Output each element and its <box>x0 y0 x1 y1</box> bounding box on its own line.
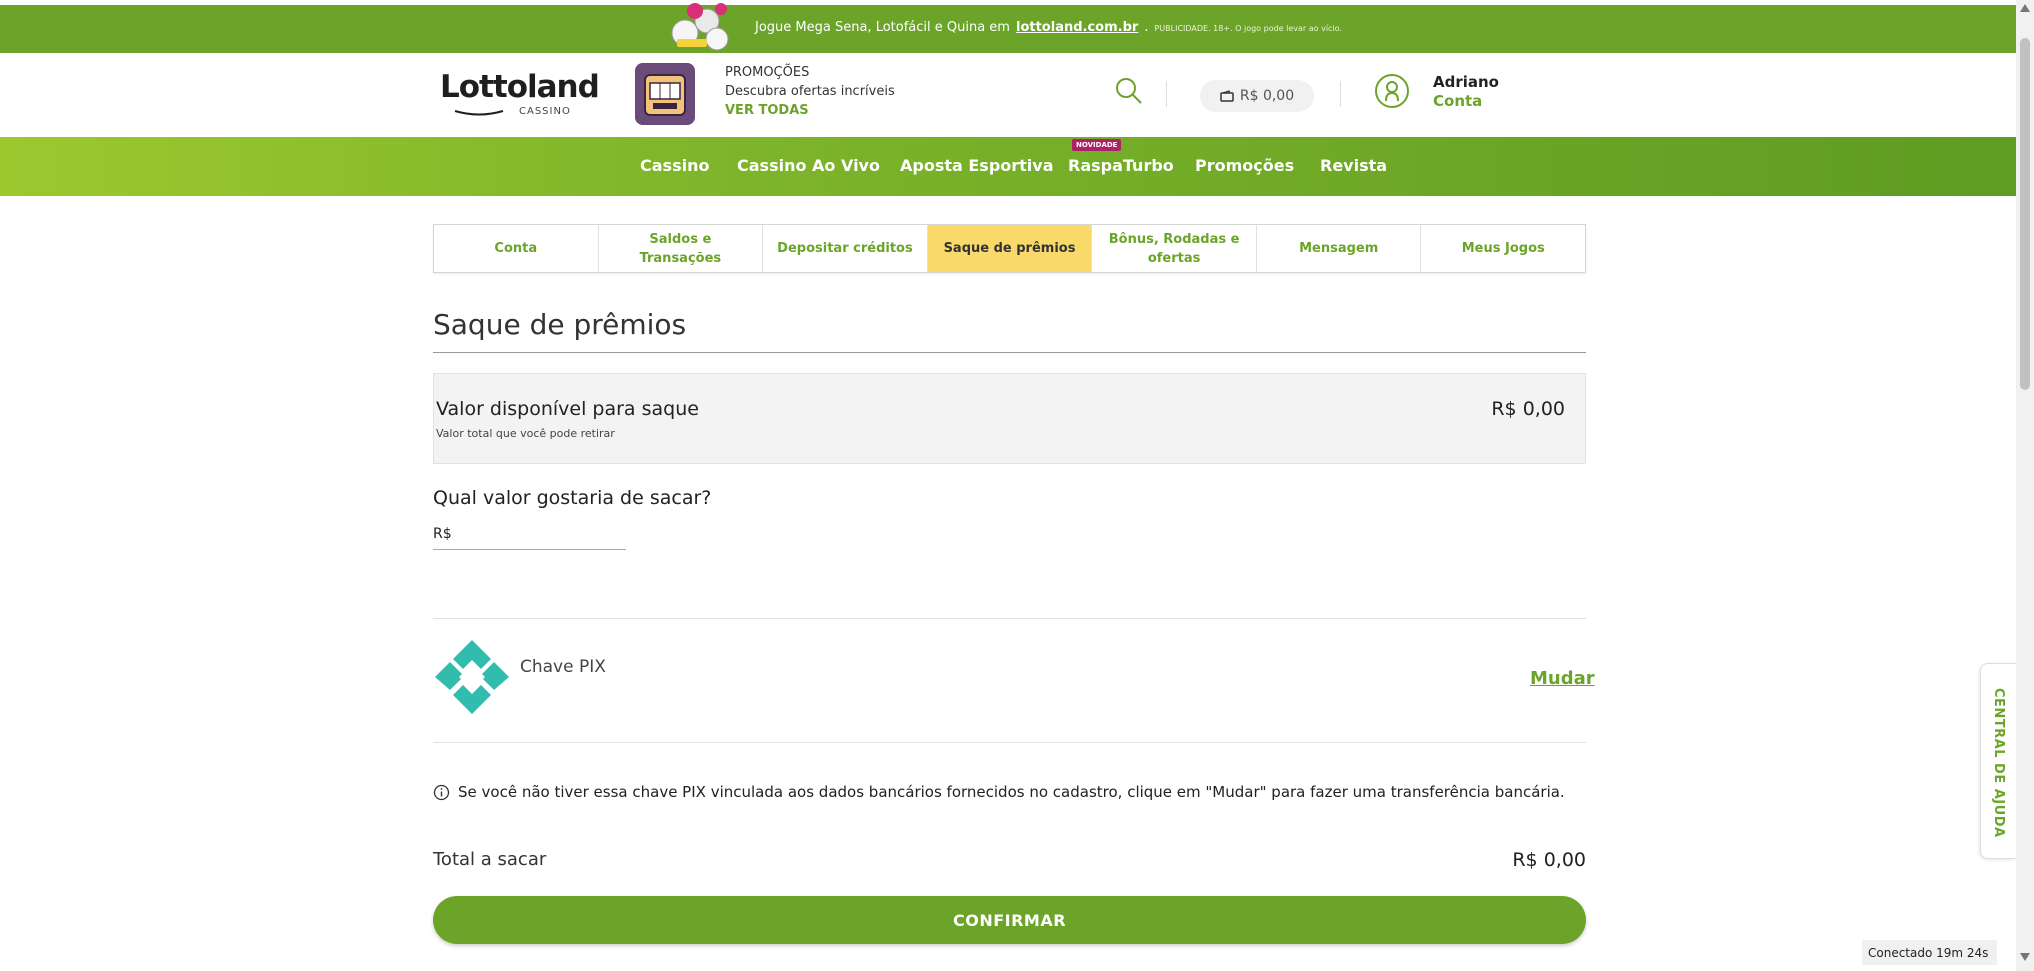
search-icon[interactable] <box>1114 76 1144 106</box>
user-account-link[interactable]: Conta <box>1433 92 1499 111</box>
tab-saldos-e-transacoes[interactable]: Saldos e Transações <box>599 225 764 272</box>
total-amount: R$ 0,00 <box>1512 849 1586 871</box>
promotions-title: PROMOÇÕES <box>725 65 810 80</box>
logo-subtitle: CASSINO <box>519 106 571 117</box>
help-center-tab[interactable]: CENTRAL DE AJUDA <box>1980 663 2016 859</box>
available-balance-card: Valor disponível para saque Valor total … <box>433 373 1586 464</box>
scroll-down-icon[interactable] <box>2020 953 2030 961</box>
logo-swoosh-icon <box>454 110 504 116</box>
nav-item-cassino-ao-vivo[interactable]: Cassino Ao Vivo <box>737 156 880 175</box>
account-tabs: Conta Saldos e Transações Depositar créd… <box>433 224 1586 273</box>
tab-depositar-creditos[interactable]: Depositar créditos <box>763 225 928 272</box>
tab-mensagem[interactable]: Mensagem <box>1257 225 1422 272</box>
nav-item-promocoes[interactable]: Promoções <box>1195 156 1294 175</box>
promo-text: Jogue Mega Sena, Lotofácil e Quina em lo… <box>755 20 1342 35</box>
user-circle-icon[interactable] <box>1374 73 1410 109</box>
section-divider <box>433 618 1586 619</box>
pix-logo-icon <box>435 640 509 714</box>
available-label-text: Valor disponível para saque <box>436 398 699 420</box>
page-scrollbar[interactable] <box>2016 0 2034 971</box>
promo-period: . <box>1144 20 1149 35</box>
tab-conta[interactable]: Conta <box>434 225 599 272</box>
scroll-up-icon[interactable] <box>2020 4 2030 12</box>
tab-meus-jogos[interactable]: Meus Jogos <box>1421 225 1585 272</box>
nav-item-aposta-esportiva[interactable]: Aposta Esportiva <box>900 156 1054 175</box>
available-sub-text: Valor total que você pode retirar <box>436 427 615 440</box>
available-sub: Valor total que você pode retirar <box>435 427 615 440</box>
lottery-balls-icon <box>671 3 729 51</box>
promotions-description: Descubra ofertas incríveis <box>725 84 895 99</box>
pix-key-label: Chave PIX <box>520 657 606 677</box>
scrollbar-thumb[interactable] <box>2020 38 2030 390</box>
nav-item-cassino[interactable]: Cassino <box>640 156 709 175</box>
promo-disclaimer: PUBLICIDADE. 18+. O jogo pode levar ao v… <box>1154 24 1342 33</box>
section-divider <box>433 742 1586 743</box>
wallet-icon <box>1220 90 1234 102</box>
currency-prefix: R$ <box>433 525 452 542</box>
promo-banner[interactable]: Jogue Mega Sena, Lotofácil e Quina em lo… <box>0 3 2016 53</box>
change-pix-link[interactable]: Mudar <box>1530 668 1595 689</box>
promo-link[interactable]: lottoland.com.br <box>1016 20 1138 35</box>
tab-bonus-rodadas-ofertas[interactable]: Bônus, Rodadas e ofertas <box>1092 225 1257 272</box>
title-divider <box>433 352 1586 353</box>
connection-status: Conectado 19m 24s <box>1862 940 1997 965</box>
lottoland-logo[interactable]: Lottoland CASSINO <box>440 69 600 119</box>
available-amount: R$ 0,00 <box>1491 398 1565 420</box>
main-nav: Cassino Cassino Ao Vivo Aposta Esportiva… <box>0 137 2016 196</box>
help-center-label: CENTRAL DE AJUDA <box>1991 688 2006 838</box>
promotions-view-all-link[interactable]: VER TODAS <box>725 101 895 120</box>
site-header: Lottoland CASSINO PROMOÇÕES Descubra ofe… <box>0 53 2016 137</box>
withdraw-question: Qual valor gostaria de sacar? <box>433 487 712 509</box>
nav-item-raspaturbo[interactable]: RaspaTurbo <box>1068 156 1174 175</box>
available-label: Valor disponível para saque <box>435 398 699 420</box>
tab-saque-de-premios[interactable]: Saque de prêmios <box>927 225 1093 272</box>
header-divider <box>1340 81 1341 107</box>
promo-message: Jogue Mega Sena, Lotofácil e Quina em <box>755 20 1010 35</box>
balance-amount: R$ 0,00 <box>1239 88 1295 104</box>
withdraw-amount-input[interactable] <box>455 525 616 542</box>
pix-info-note: Se você não tiver essa chave PIX vincula… <box>433 783 1565 801</box>
confirm-button[interactable]: CONFIRMAR <box>433 896 1586 944</box>
user-account-block[interactable]: Adriano Conta <box>1433 73 1499 111</box>
nav-item-revista[interactable]: Revista <box>1320 156 1387 175</box>
withdraw-amount-field[interactable]: R$ <box>433 518 626 550</box>
slot-machine-icon[interactable] <box>635 63 695 125</box>
promotions-block[interactable]: PROMOÇÕES Descubra ofertas incríveis VER… <box>725 63 895 120</box>
total-label: Total a sacar <box>433 849 547 870</box>
header-divider <box>1166 81 1167 107</box>
page-title: Saque de prêmios <box>433 308 687 341</box>
new-badge: NOVIDADE <box>1072 139 1122 151</box>
user-name: Adriano <box>1433 73 1499 91</box>
balance-button[interactable]: R$ 0,00 <box>1200 80 1314 112</box>
info-text: Se você não tiver essa chave PIX vincula… <box>458 783 1565 801</box>
logo-brand: Lottoland <box>440 69 600 105</box>
info-icon <box>433 784 450 800</box>
